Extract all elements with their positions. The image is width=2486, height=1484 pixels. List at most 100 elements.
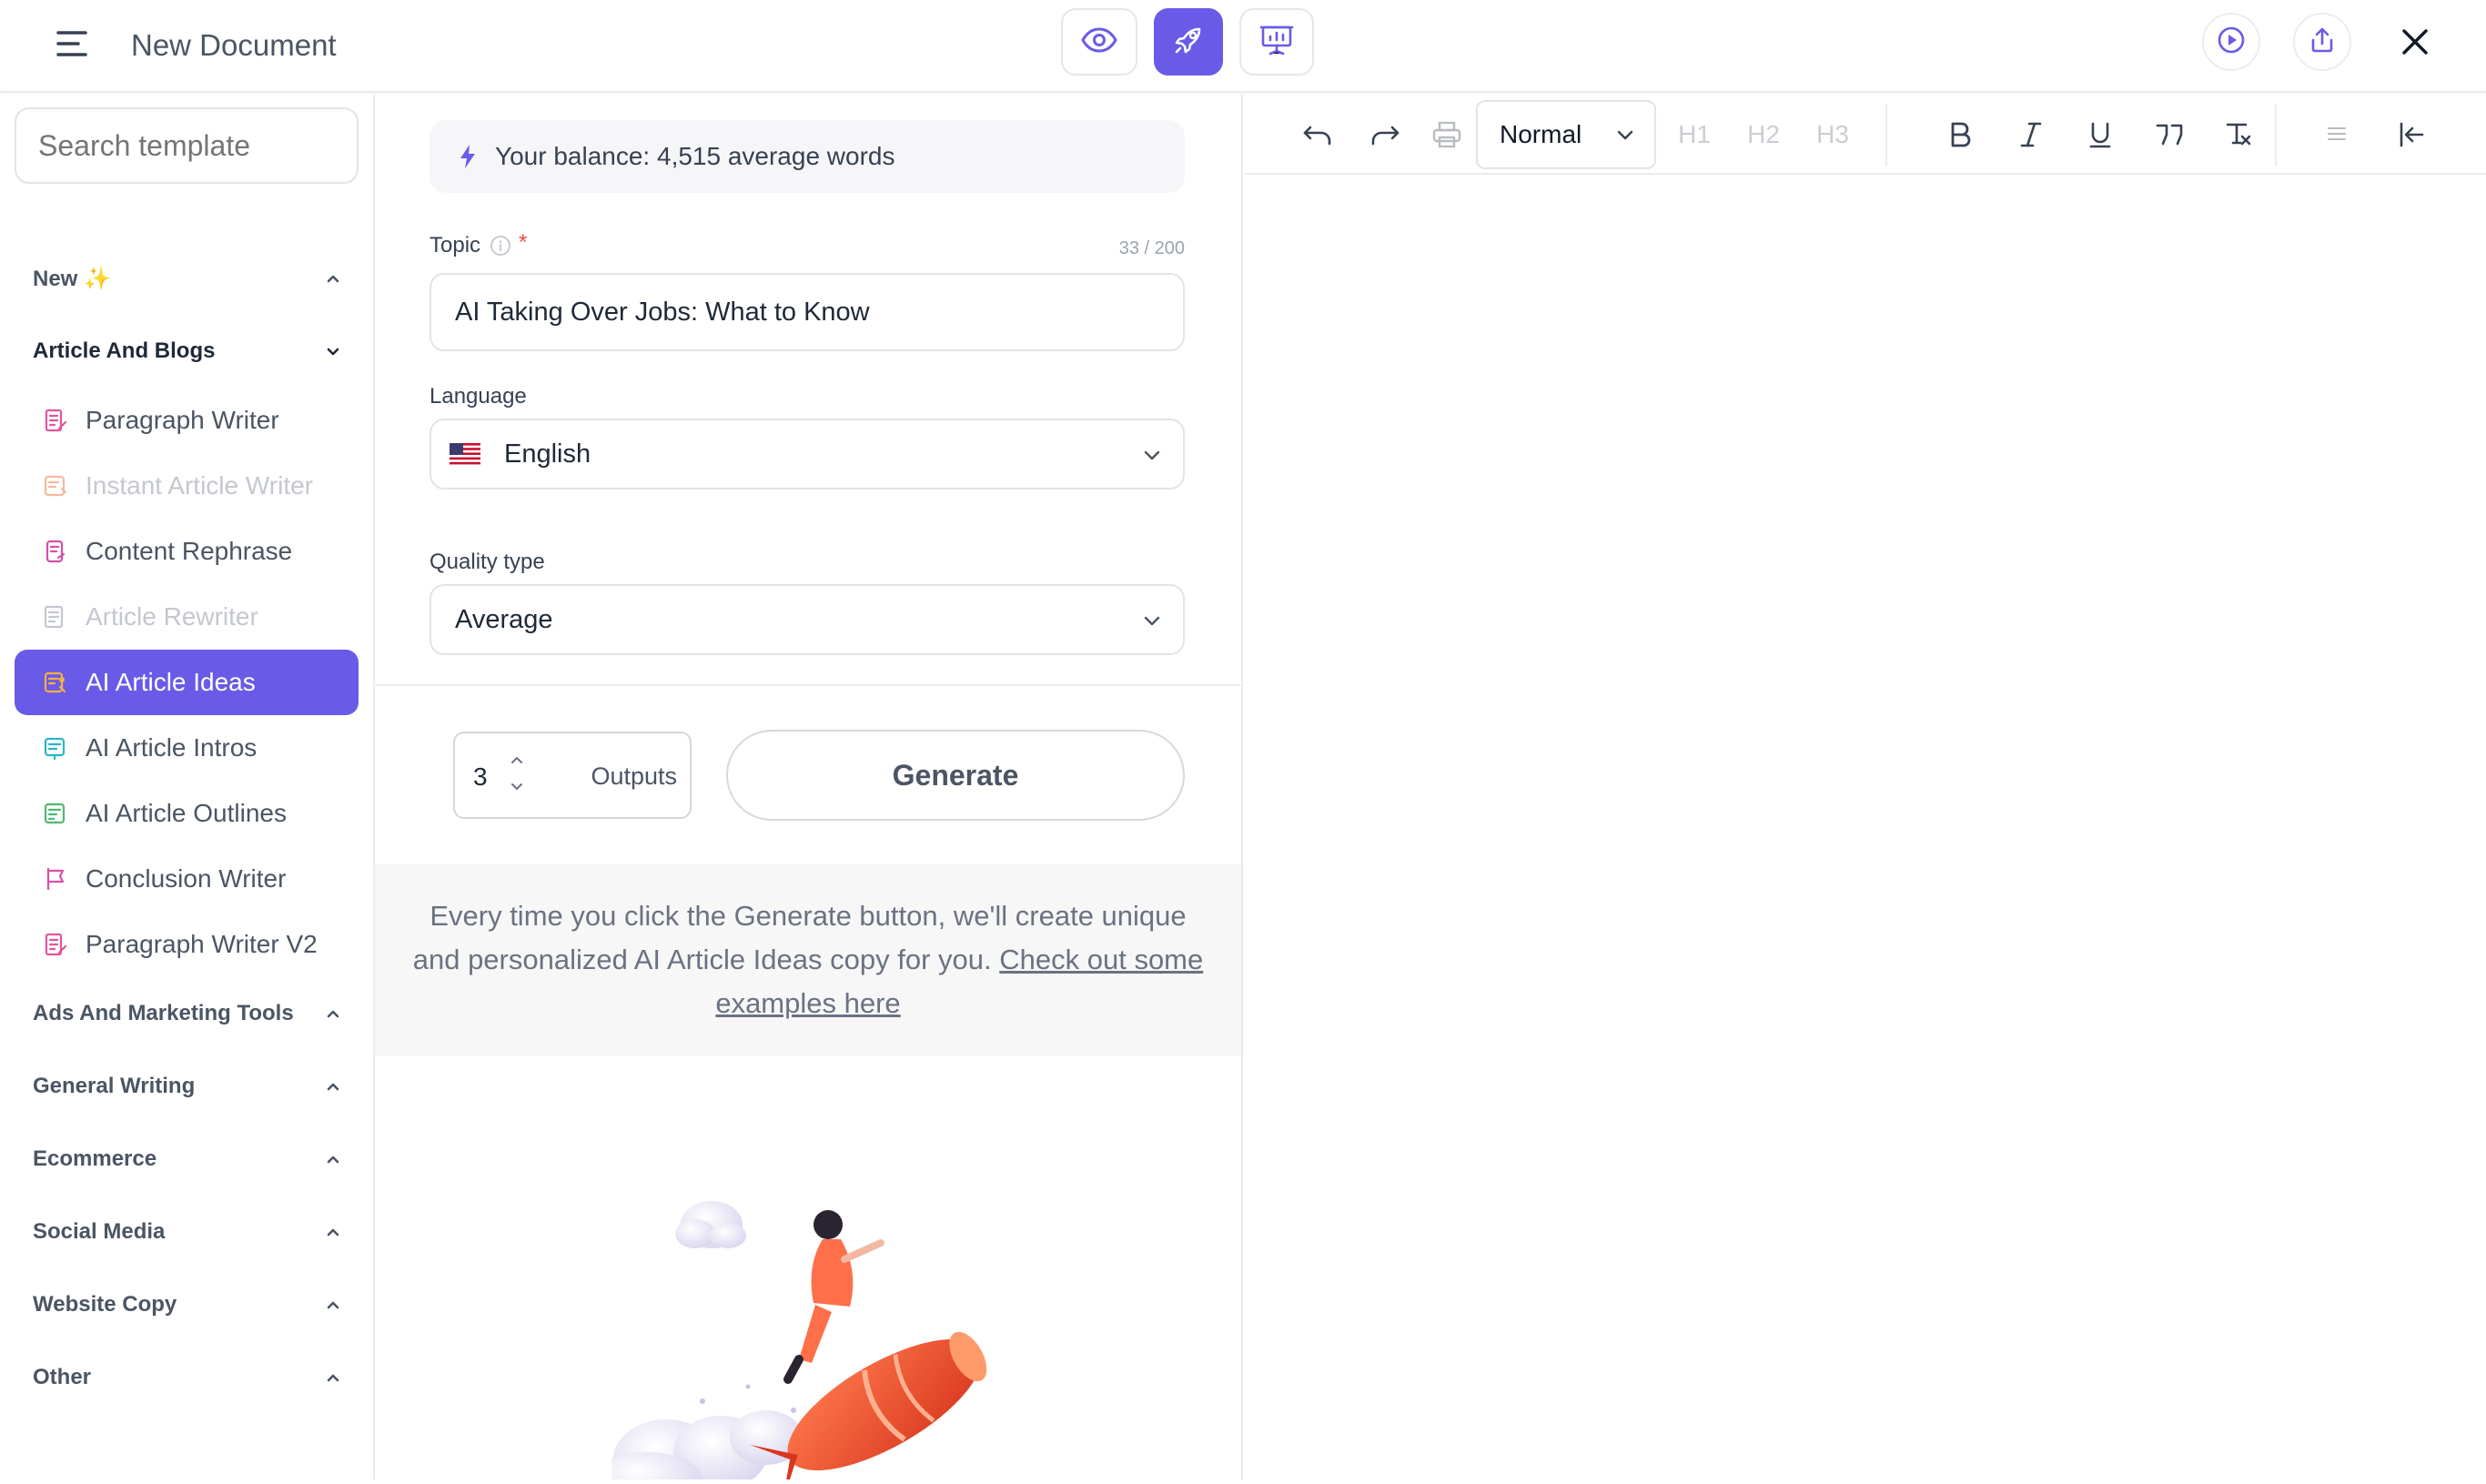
us-flag-icon — [450, 443, 480, 465]
balance-banner: Your balance: 4,515 average words — [429, 120, 1185, 193]
share-button[interactable] — [2293, 13, 2351, 71]
sidebar-item-article-rewriter[interactable]: Article Rewriter — [15, 584, 359, 650]
category-article-blogs-label: Article And Blogs — [33, 338, 216, 363]
form-divider — [375, 684, 1241, 686]
quote-button[interactable] — [2147, 113, 2191, 156]
sidebar-item-instant-article-writer[interactable]: Instant Article Writer — [15, 453, 359, 519]
language-label: Language — [429, 384, 527, 409]
category-other[interactable]: Other — [33, 1350, 342, 1405]
category-label: Other — [33, 1365, 92, 1389]
sidebar-item-label: Article Rewriter — [86, 602, 258, 631]
category-new[interactable]: New ✨ — [33, 251, 342, 306]
underline-icon — [2089, 122, 2111, 148]
collapse-left-icon — [2400, 122, 2424, 147]
stepper-down-icon[interactable] — [508, 781, 526, 793]
category-general-writing[interactable]: General Writing — [33, 1059, 342, 1114]
preview-button[interactable] — [1061, 8, 1137, 76]
generate-button[interactable]: Generate — [726, 730, 1185, 821]
outputs-stepper[interactable]: 3 Outputs — [453, 732, 692, 819]
upload-icon — [2309, 25, 2336, 59]
sidebar-item-label: AI Article Outlines — [86, 799, 287, 827]
top-bar: New Document — [0, 0, 2486, 93]
category-website-copy[interactable]: Website Copy — [33, 1277, 342, 1332]
info-icon[interactable] — [490, 235, 511, 257]
bold-icon — [1951, 122, 1971, 147]
toolbar-separator — [2275, 104, 2277, 166]
clear-format-button[interactable] — [2217, 113, 2260, 156]
editor-canvas[interactable] — [1245, 177, 2486, 1479]
sidebar-item-conclusion-writer[interactable]: Conclusion Writer — [15, 846, 359, 912]
presentation-icon — [1259, 24, 1294, 61]
italic-icon — [2020, 122, 2042, 147]
sidebar-item-label: Paragraph Writer — [86, 406, 279, 434]
align-button[interactable] — [2319, 113, 2355, 156]
redo-button[interactable] — [1363, 113, 1407, 156]
chevron-up-icon — [327, 275, 339, 283]
sidebar-item-label: Conclusion Writer — [86, 864, 287, 893]
sidebar-item-ai-article-ideas[interactable]: AI Article Ideas — [15, 650, 359, 715]
play-button[interactable] — [2202, 13, 2260, 71]
chevron-down-icon — [327, 348, 339, 356]
rocket-icon — [1172, 24, 1205, 61]
collapse-panel-button[interactable] — [2390, 113, 2433, 156]
heading-2-button[interactable]: H2 — [1742, 113, 1785, 156]
quote-icon — [2156, 124, 2183, 146]
close-icon[interactable] — [2397, 24, 2433, 60]
chevron-up-icon — [327, 1010, 339, 1018]
chevron-down-icon — [1617, 130, 1633, 140]
template-sidebar: New ✨ Article And Blogs Paragraph Writer… — [0, 95, 375, 1479]
sidebar-item-paragraph-writer-v2[interactable]: Paragraph Writer V2 — [15, 912, 359, 977]
menu-icon[interactable] — [55, 25, 91, 62]
category-article-blogs[interactable]: Article And Blogs — [33, 324, 342, 379]
italic-button[interactable] — [2009, 113, 2053, 156]
sidebar-item-ai-article-outlines[interactable]: AI Article Outlines — [15, 781, 359, 846]
generator-form-panel: Your balance: 4,515 average words Topic … — [375, 95, 1243, 1484]
intro-icon — [44, 737, 66, 761]
sidebar-item-label: AI Article Ideas — [86, 668, 256, 696]
format-select[interactable]: Normal — [1476, 100, 1656, 169]
language-select[interactable]: English — [429, 419, 1185, 490]
category-ecommerce[interactable]: Ecommerce — [33, 1132, 342, 1186]
chevron-up-icon — [327, 1374, 339, 1382]
search-template-input[interactable] — [15, 107, 359, 184]
undo-icon — [1303, 126, 1331, 146]
sidebar-item-ai-article-intros[interactable]: AI Article Intros — [15, 715, 359, 781]
generate-mode-button[interactable] — [1154, 8, 1223, 76]
presentation-button[interactable] — [1239, 8, 1314, 76]
heading-1-button[interactable]: H1 — [1672, 113, 1716, 156]
editor-toolbar: Normal H1 H2 H3 — [1245, 95, 2486, 175]
stepper-up-icon[interactable] — [508, 753, 526, 766]
topic-label: Topic * — [429, 230, 527, 258]
outputs-label: Outputs — [591, 762, 677, 790]
quality-select[interactable]: Average — [429, 584, 1185, 655]
sidebar-item-content-rephrase[interactable]: Content Rephrase — [15, 519, 359, 584]
undo-button[interactable] — [1296, 113, 1339, 156]
heading-3-button[interactable]: H3 — [1811, 113, 1854, 156]
balance-text: Your balance: 4,515 average words — [495, 142, 895, 170]
rocket-illustration — [593, 1186, 1012, 1484]
clear-format-icon — [2226, 123, 2251, 146]
document-title[interactable]: New Document — [131, 25, 337, 66]
category-label: Website Copy — [33, 1292, 177, 1317]
category-label: Ecommerce — [33, 1146, 157, 1171]
rewrite-icon — [44, 605, 64, 629]
topic-char-counter: 33 / 200 — [1118, 238, 1185, 258]
category-new-label: New ✨ — [33, 266, 111, 291]
quality-label: Quality type — [429, 550, 545, 574]
sidebar-item-label: Content Rephrase — [86, 537, 293, 565]
bold-button[interactable] — [1938, 113, 1982, 156]
document-pen-icon — [45, 409, 67, 432]
print-button[interactable] — [1425, 113, 1469, 156]
chevron-up-icon — [327, 1156, 339, 1164]
chevron-up-icon — [327, 1228, 339, 1237]
underline-button[interactable] — [2078, 113, 2122, 156]
outline-icon — [44, 803, 66, 824]
category-ads-marketing[interactable]: Ads And Marketing Tools — [33, 986, 342, 1041]
category-label: Social Media — [33, 1219, 166, 1244]
align-icon — [2328, 127, 2346, 140]
category-social-media[interactable]: Social Media — [33, 1205, 342, 1259]
redo-icon — [1371, 126, 1400, 146]
topic-value: AI Taking Over Jobs: What to Know — [455, 297, 870, 327]
topic-input[interactable]: AI Taking Over Jobs: What to Know — [429, 273, 1185, 351]
sidebar-item-paragraph-writer[interactable]: Paragraph Writer — [15, 388, 359, 453]
